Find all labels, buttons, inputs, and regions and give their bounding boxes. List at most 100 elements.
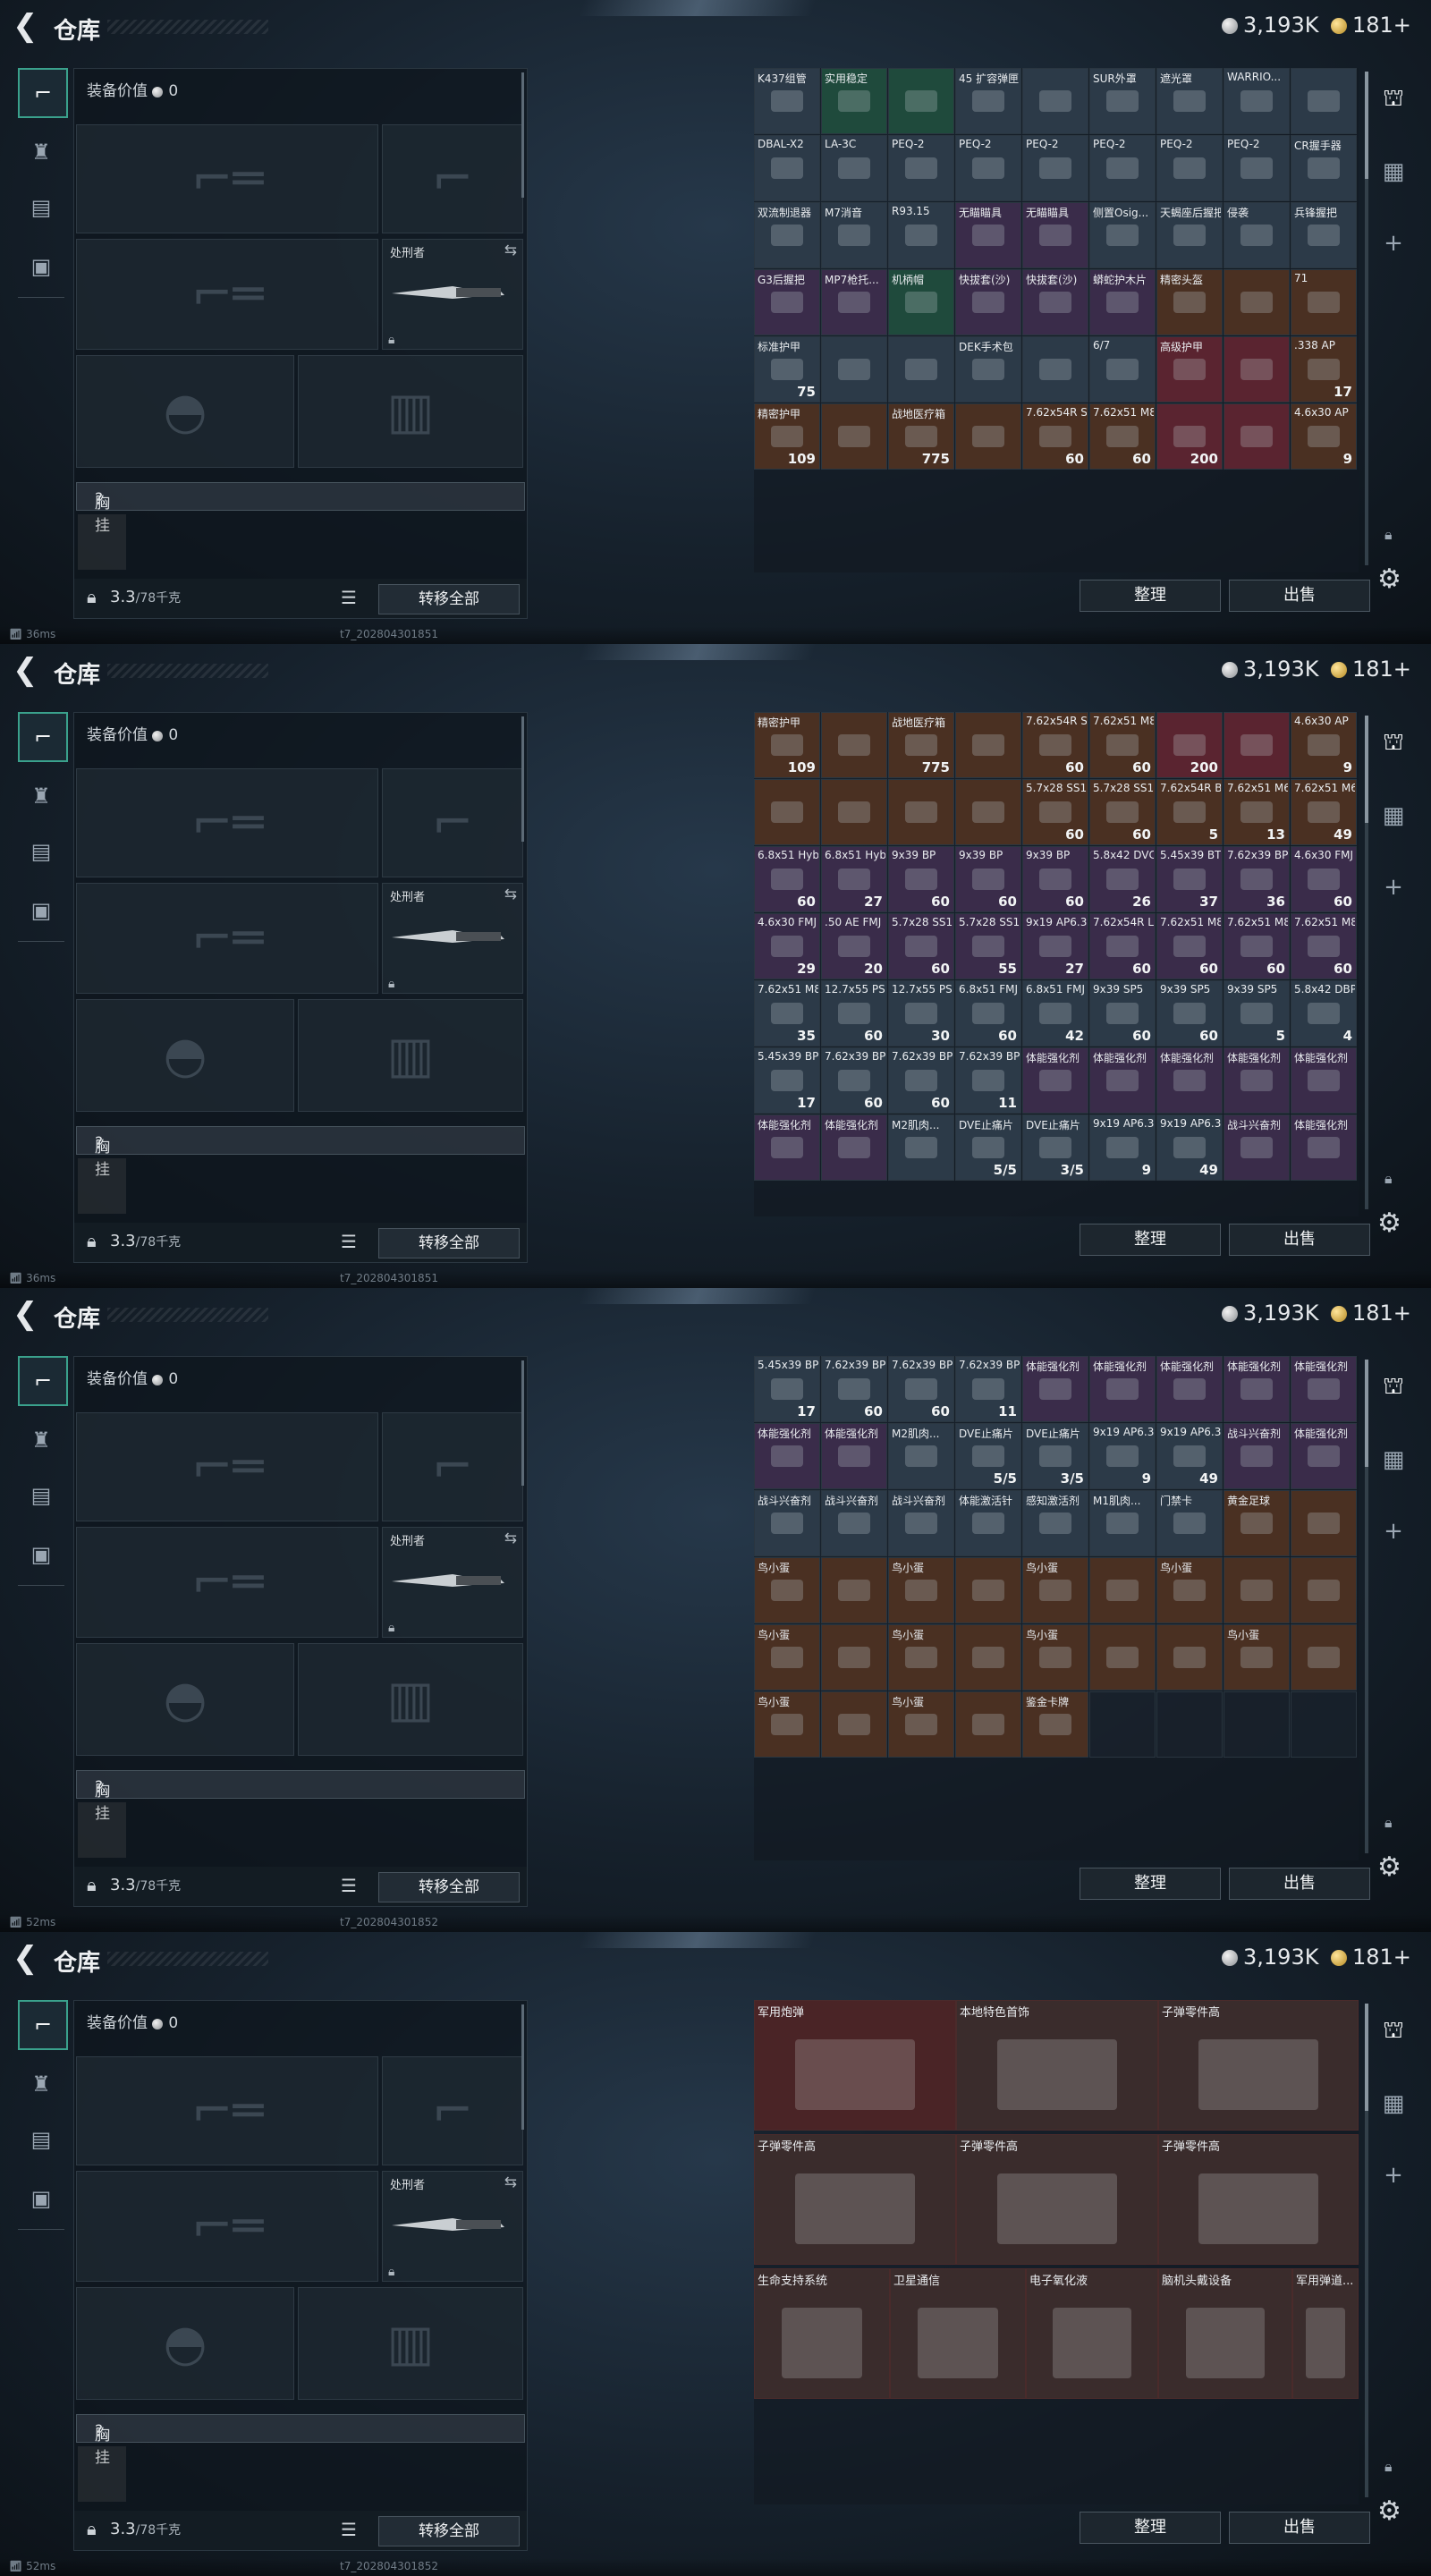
stash-item[interactable]: 兵锋握把: [1291, 202, 1357, 268]
stash-item[interactable]: [821, 1557, 887, 1623]
stash-item[interactable]: K437组管: [754, 68, 820, 134]
gold-currency[interactable]: 181+: [1331, 13, 1411, 38]
armor-slot[interactable]: ▥: [298, 2287, 523, 2400]
briefcase-category-icon[interactable]: ▣: [18, 887, 64, 934]
stash-item[interactable]: 双流制退器: [754, 202, 820, 268]
pistol-slot[interactable]: ⌐: [382, 1412, 523, 1521]
stash-item[interactable]: 鸟小蛋: [888, 1624, 954, 1690]
chest-rig-help[interactable]: ?: [95, 1134, 103, 1152]
stash-item[interactable]: 5.45x39 BT 37: [1156, 846, 1223, 912]
stash-item[interactable]: 鉴金卡牌: [1022, 1691, 1088, 1758]
stash-item[interactable]: 7.62x51 M80 60: [1089, 712, 1156, 778]
stash-item[interactable]: [1224, 403, 1290, 470]
stash-item[interactable]: 6/7: [1089, 336, 1156, 402]
stash-item[interactable]: 感知激活剂: [1022, 1490, 1088, 1556]
chest-rig-bar[interactable]: 胸挂 ?: [76, 2414, 525, 2467]
stash-item[interactable]: 6.8x51 FMJ 60: [955, 980, 1021, 1046]
gear-icon[interactable]: ⚙: [1377, 1852, 1401, 1883]
stash-item[interactable]: 鸟小蛋: [1022, 1624, 1088, 1690]
stash-item[interactable]: 战地医疗箱 775: [888, 712, 954, 778]
stash-item[interactable]: 71: [1291, 269, 1357, 335]
gold-currency[interactable]: 181+: [1331, 1301, 1411, 1326]
pistol-slot[interactable]: ⌐: [382, 124, 523, 233]
stash-item[interactable]: [754, 779, 820, 845]
chest-rig-slot[interactable]: [78, 1802, 126, 1858]
stash-item[interactable]: 门禁卡: [1156, 1490, 1223, 1556]
silver-currency[interactable]: 3,193K: [1222, 1301, 1318, 1326]
stash-item[interactable]: [1224, 1557, 1290, 1623]
stash-item[interactable]: 12.7x55 PS12 60: [821, 980, 887, 1046]
stash-item[interactable]: 战斗兴奋剂: [821, 1490, 887, 1556]
stash-item[interactable]: M7消音: [821, 202, 887, 268]
stash-item[interactable]: [1291, 1691, 1357, 1758]
stash-item[interactable]: 鸟小蛋: [1156, 1557, 1223, 1623]
stash-item[interactable]: 无瞄瞄具: [1022, 202, 1088, 268]
stash-item[interactable]: 7.62x51 M80 60: [1156, 913, 1223, 979]
stash-item[interactable]: 战斗兴奋剂: [1224, 1114, 1290, 1181]
silver-currency[interactable]: 3,193K: [1222, 13, 1318, 38]
list-icon[interactable]: ☰: [341, 2519, 357, 2540]
gold-currency[interactable]: 181+: [1331, 657, 1411, 682]
stash-item[interactable]: 无瞄瞄具: [955, 202, 1021, 268]
stash-item[interactable]: 体能强化剂: [1156, 1356, 1223, 1422]
chest-rig-bar[interactable]: 胸挂 ?: [76, 1770, 525, 1823]
stash-item[interactable]: 机柄帽: [888, 269, 954, 335]
helmet-slot[interactable]: ◓: [76, 355, 294, 468]
briefcase-category-icon[interactable]: ▣: [18, 243, 64, 290]
stash-item[interactable]: [1291, 1490, 1357, 1556]
stash-item[interactable]: 体能强化剂: [1291, 1423, 1357, 1489]
collection-tab-icon[interactable]: ▦: [1374, 152, 1413, 191]
stash-item[interactable]: 9x19 AP6.3 49: [1156, 1114, 1223, 1181]
stash-item[interactable]: 5.7x28 SS197 60: [888, 913, 954, 979]
stash-item[interactable]: .50 AE FMJ 20: [821, 913, 887, 979]
swap-icon[interactable]: ⇆: [504, 886, 517, 903]
stash-item[interactable]: 体能激活针: [955, 1490, 1021, 1556]
sort-button[interactable]: 整理: [1080, 1224, 1221, 1256]
add-tab-icon[interactable]: +: [1374, 224, 1413, 263]
stash-item[interactable]: 9x39 SP5 60: [1089, 980, 1156, 1046]
stash-item[interactable]: 体能强化剂: [821, 1114, 887, 1181]
stash-item[interactable]: [955, 1624, 1021, 1690]
stash-item[interactable]: [821, 1691, 887, 1758]
stash-item[interactable]: 体能强化剂: [1022, 1356, 1088, 1422]
stash-scrollbar[interactable]: [1365, 72, 1368, 565]
stash-scroll-thumb[interactable]: [1365, 2004, 1368, 2111]
melee-slot[interactable]: 处刑者 ⇆ 🔒︎: [382, 883, 523, 994]
sort-button[interactable]: 整理: [1080, 580, 1221, 612]
stash-item[interactable]: 鸟小蛋: [888, 1557, 954, 1623]
chest-rig-slot[interactable]: [78, 1158, 126, 1214]
chest-rig-help[interactable]: ?: [95, 2422, 103, 2440]
stash-item[interactable]: 快拔套(沙): [1022, 269, 1088, 335]
stash-item[interactable]: DVE止痛片 5/5: [955, 1114, 1021, 1181]
stash-item[interactable]: [821, 336, 887, 402]
stash-item-large[interactable]: 子弹零件高: [956, 2134, 1158, 2265]
gear-icon[interactable]: ⚙: [1377, 1208, 1401, 1239]
stash-item-large[interactable]: 卫星通信: [890, 2268, 1026, 2399]
stash-item[interactable]: 7.62x39 BP 60: [821, 1356, 887, 1422]
stash-item[interactable]: 体能强化剂: [1224, 1356, 1290, 1422]
stash-item[interactable]: 9x19 AP6.3 9: [1089, 1114, 1156, 1181]
stash-item[interactable]: 6.8x51 FMJ 42: [1022, 980, 1088, 1046]
stash-item[interactable]: [955, 779, 1021, 845]
stash-item[interactable]: [888, 779, 954, 845]
stash-item[interactable]: [1224, 336, 1290, 402]
list-icon[interactable]: ☰: [341, 587, 357, 608]
stash-item[interactable]: 5.7x28 SS197 55: [955, 913, 1021, 979]
back-arrow-icon[interactable]: ❮: [13, 1943, 38, 1973]
stash-item[interactable]: 9x39 BP 60: [955, 846, 1021, 912]
vest-category-icon[interactable]: ▤: [18, 828, 64, 875]
stash-item[interactable]: 9x19 AP6.3 27: [1022, 913, 1088, 979]
stash-item[interactable]: 体能强化剂: [1022, 1047, 1088, 1114]
chest-rig-bar[interactable]: 胸挂 ?: [76, 482, 525, 535]
stash-item[interactable]: 黄金足球: [1224, 1490, 1290, 1556]
stash-item[interactable]: [1224, 712, 1290, 778]
stash-item[interactable]: 7.62x51 M80 35: [754, 980, 820, 1046]
stash-item[interactable]: 9x39 BP 60: [1022, 846, 1088, 912]
stash-item[interactable]: 鸟小蛋: [1022, 1557, 1088, 1623]
helmet-category-icon[interactable]: ♜: [18, 129, 64, 175]
gold-currency[interactable]: 181+: [1331, 1945, 1411, 1970]
helmet-category-icon[interactable]: ♜: [18, 1417, 64, 1463]
stash-item[interactable]: 6.8x51 Hybrid 60: [754, 846, 820, 912]
melee-slot[interactable]: 处刑者 ⇆ 🔒︎: [382, 239, 523, 350]
sell-button[interactable]: 出售: [1229, 1868, 1370, 1900]
